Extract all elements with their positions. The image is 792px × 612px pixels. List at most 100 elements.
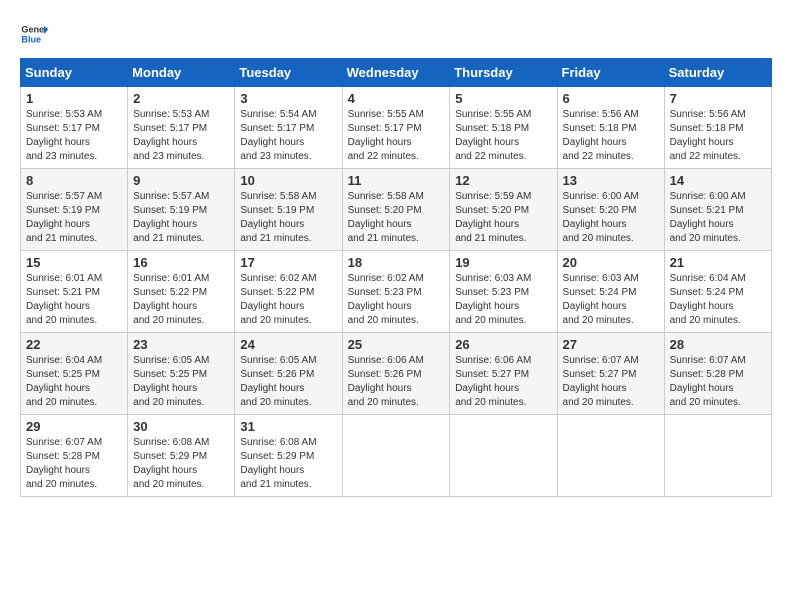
calendar-day-6: 6 Sunrise: 5:56 AM Sunset: 5:18 PM Dayli… <box>557 87 664 169</box>
day-info: Sunrise: 5:59 AM Sunset: 5:20 PM Dayligh… <box>455 190 551 246</box>
day-info: Sunrise: 6:07 AM Sunset: 5:27 PM Dayligh… <box>563 354 659 410</box>
calendar-week-4: 22 Sunrise: 6:04 AM Sunset: 5:25 PM Dayl… <box>21 333 772 415</box>
calendar-day-23: 23 Sunrise: 6:05 AM Sunset: 5:25 PM Dayl… <box>128 333 235 415</box>
day-info: Sunrise: 5:54 AM Sunset: 5:17 PM Dayligh… <box>240 108 336 164</box>
calendar-day-8: 8 Sunrise: 5:57 AM Sunset: 5:19 PM Dayli… <box>21 169 128 251</box>
calendar-week-5: 29 Sunrise: 6:07 AM Sunset: 5:28 PM Dayl… <box>21 415 772 497</box>
calendar-day-31: 31 Sunrise: 6:08 AM Sunset: 5:29 PM Dayl… <box>235 415 342 497</box>
day-info: Sunrise: 6:05 AM Sunset: 5:25 PM Dayligh… <box>133 354 229 410</box>
day-number: 28 <box>670 337 766 352</box>
calendar-day-27: 27 Sunrise: 6:07 AM Sunset: 5:27 PM Dayl… <box>557 333 664 415</box>
day-info: Sunrise: 6:07 AM Sunset: 5:28 PM Dayligh… <box>670 354 766 410</box>
day-number: 26 <box>455 337 551 352</box>
day-info: Sunrise: 6:03 AM Sunset: 5:24 PM Dayligh… <box>563 272 659 328</box>
day-info: Sunrise: 6:01 AM Sunset: 5:22 PM Dayligh… <box>133 272 229 328</box>
calendar-day-13: 13 Sunrise: 6:00 AM Sunset: 5:20 PM Dayl… <box>557 169 664 251</box>
day-info: Sunrise: 5:53 AM Sunset: 5:17 PM Dayligh… <box>133 108 229 164</box>
empty-cell <box>342 415 450 497</box>
calendar-day-1: 1 Sunrise: 5:53 AM Sunset: 5:17 PM Dayli… <box>21 87 128 169</box>
day-info: Sunrise: 6:08 AM Sunset: 5:29 PM Dayligh… <box>240 436 336 492</box>
header-wednesday: Wednesday <box>342 59 450 87</box>
day-info: Sunrise: 5:56 AM Sunset: 5:18 PM Dayligh… <box>670 108 766 164</box>
day-info: Sunrise: 6:08 AM Sunset: 5:29 PM Dayligh… <box>133 436 229 492</box>
day-number: 30 <box>133 419 229 434</box>
day-number: 7 <box>670 91 766 106</box>
calendar-week-2: 8 Sunrise: 5:57 AM Sunset: 5:19 PM Dayli… <box>21 169 772 251</box>
day-info: Sunrise: 6:04 AM Sunset: 5:25 PM Dayligh… <box>26 354 122 410</box>
calendar-day-17: 17 Sunrise: 6:02 AM Sunset: 5:22 PM Dayl… <box>235 251 342 333</box>
day-number: 4 <box>348 91 445 106</box>
day-info: Sunrise: 5:55 AM Sunset: 5:17 PM Dayligh… <box>348 108 445 164</box>
day-info: Sunrise: 6:06 AM Sunset: 5:27 PM Dayligh… <box>455 354 551 410</box>
day-number: 3 <box>240 91 336 106</box>
day-number: 12 <box>455 173 551 188</box>
calendar-day-12: 12 Sunrise: 5:59 AM Sunset: 5:20 PM Dayl… <box>450 169 557 251</box>
header-saturday: Saturday <box>664 59 771 87</box>
logo-icon: General Blue <box>20 20 48 48</box>
day-info: Sunrise: 5:58 AM Sunset: 5:19 PM Dayligh… <box>240 190 336 246</box>
calendar-day-20: 20 Sunrise: 6:03 AM Sunset: 5:24 PM Dayl… <box>557 251 664 333</box>
calendar-day-30: 30 Sunrise: 6:08 AM Sunset: 5:29 PM Dayl… <box>128 415 235 497</box>
day-info: Sunrise: 5:53 AM Sunset: 5:17 PM Dayligh… <box>26 108 122 164</box>
day-number: 19 <box>455 255 551 270</box>
day-number: 17 <box>240 255 336 270</box>
day-info: Sunrise: 6:00 AM Sunset: 5:20 PM Dayligh… <box>563 190 659 246</box>
calendar-day-29: 29 Sunrise: 6:07 AM Sunset: 5:28 PM Dayl… <box>21 415 128 497</box>
page-header: General Blue <box>20 20 772 48</box>
calendar-day-25: 25 Sunrise: 6:06 AM Sunset: 5:26 PM Dayl… <box>342 333 450 415</box>
day-number: 11 <box>348 173 445 188</box>
calendar-day-28: 28 Sunrise: 6:07 AM Sunset: 5:28 PM Dayl… <box>664 333 771 415</box>
calendar-day-14: 14 Sunrise: 6:00 AM Sunset: 5:21 PM Dayl… <box>664 169 771 251</box>
day-number: 2 <box>133 91 229 106</box>
calendar-day-11: 11 Sunrise: 5:58 AM Sunset: 5:20 PM Dayl… <box>342 169 450 251</box>
header-thursday: Thursday <box>450 59 557 87</box>
day-number: 22 <box>26 337 122 352</box>
calendar-day-26: 26 Sunrise: 6:06 AM Sunset: 5:27 PM Dayl… <box>450 333 557 415</box>
day-number: 6 <box>563 91 659 106</box>
day-number: 15 <box>26 255 122 270</box>
day-number: 25 <box>348 337 445 352</box>
day-number: 29 <box>26 419 122 434</box>
day-info: Sunrise: 5:57 AM Sunset: 5:19 PM Dayligh… <box>26 190 122 246</box>
day-info: Sunrise: 6:01 AM Sunset: 5:21 PM Dayligh… <box>26 272 122 328</box>
day-number: 14 <box>670 173 766 188</box>
calendar-week-3: 15 Sunrise: 6:01 AM Sunset: 5:21 PM Dayl… <box>21 251 772 333</box>
day-info: Sunrise: 6:07 AM Sunset: 5:28 PM Dayligh… <box>26 436 122 492</box>
header-friday: Friday <box>557 59 664 87</box>
day-number: 23 <box>133 337 229 352</box>
logo: General Blue <box>20 20 48 48</box>
day-info: Sunrise: 6:06 AM Sunset: 5:26 PM Dayligh… <box>348 354 445 410</box>
calendar-day-16: 16 Sunrise: 6:01 AM Sunset: 5:22 PM Dayl… <box>128 251 235 333</box>
day-info: Sunrise: 5:57 AM Sunset: 5:19 PM Dayligh… <box>133 190 229 246</box>
empty-cell <box>450 415 557 497</box>
empty-cell <box>664 415 771 497</box>
day-info: Sunrise: 5:55 AM Sunset: 5:18 PM Dayligh… <box>455 108 551 164</box>
calendar-day-5: 5 Sunrise: 5:55 AM Sunset: 5:18 PM Dayli… <box>450 87 557 169</box>
day-number: 13 <box>563 173 659 188</box>
day-number: 5 <box>455 91 551 106</box>
day-number: 9 <box>133 173 229 188</box>
day-info: Sunrise: 6:04 AM Sunset: 5:24 PM Dayligh… <box>670 272 766 328</box>
day-number: 8 <box>26 173 122 188</box>
calendar-table: SundayMondayTuesdayWednesdayThursdayFrid… <box>20 58 772 497</box>
day-number: 21 <box>670 255 766 270</box>
calendar-day-3: 3 Sunrise: 5:54 AM Sunset: 5:17 PM Dayli… <box>235 87 342 169</box>
calendar-day-4: 4 Sunrise: 5:55 AM Sunset: 5:17 PM Dayli… <box>342 87 450 169</box>
calendar-header-row: SundayMondayTuesdayWednesdayThursdayFrid… <box>21 59 772 87</box>
day-info: Sunrise: 6:05 AM Sunset: 5:26 PM Dayligh… <box>240 354 336 410</box>
calendar-day-7: 7 Sunrise: 5:56 AM Sunset: 5:18 PM Dayli… <box>664 87 771 169</box>
calendar-day-9: 9 Sunrise: 5:57 AM Sunset: 5:19 PM Dayli… <box>128 169 235 251</box>
day-number: 31 <box>240 419 336 434</box>
calendar-week-1: 1 Sunrise: 5:53 AM Sunset: 5:17 PM Dayli… <box>21 87 772 169</box>
day-number: 20 <box>563 255 659 270</box>
day-info: Sunrise: 5:56 AM Sunset: 5:18 PM Dayligh… <box>563 108 659 164</box>
day-number: 27 <box>563 337 659 352</box>
header-monday: Monday <box>128 59 235 87</box>
calendar-day-18: 18 Sunrise: 6:02 AM Sunset: 5:23 PM Dayl… <box>342 251 450 333</box>
day-info: Sunrise: 6:02 AM Sunset: 5:22 PM Dayligh… <box>240 272 336 328</box>
svg-text:Blue: Blue <box>21 34 41 44</box>
day-number: 16 <box>133 255 229 270</box>
day-number: 10 <box>240 173 336 188</box>
header-tuesday: Tuesday <box>235 59 342 87</box>
calendar-day-2: 2 Sunrise: 5:53 AM Sunset: 5:17 PM Dayli… <box>128 87 235 169</box>
